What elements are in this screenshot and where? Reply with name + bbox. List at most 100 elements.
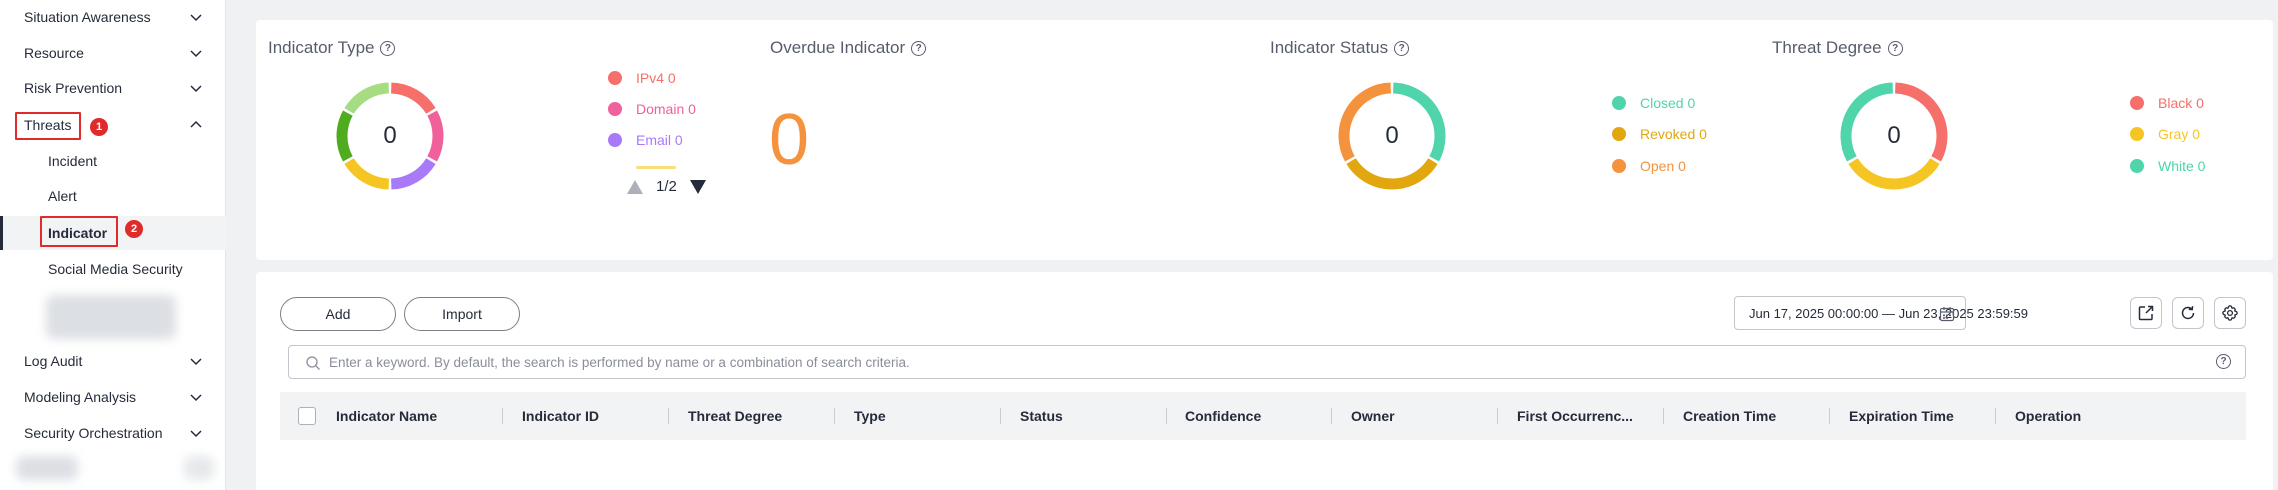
legend-item-ipv4[interactable]: IPv4 0 (608, 70, 676, 86)
add-button[interactable]: Add (280, 297, 396, 331)
overdue-indicator-title: Overdue Indicator ? (770, 38, 927, 58)
sidebar-item-situation-awareness[interactable]: Situation Awareness (0, 0, 226, 34)
sidebar-item-modeling-analysis[interactable]: Modeling Analysis (0, 380, 226, 414)
column-separator (1166, 408, 1167, 424)
chevron-down-icon (190, 14, 202, 22)
indicator-type-legend: IPv4 0 Domain 0 Email 0 (608, 70, 748, 190)
column-separator (1331, 408, 1332, 424)
legend-dot (2130, 96, 2144, 110)
refresh-icon (2181, 306, 2195, 320)
highlight-box-threats (15, 112, 81, 140)
sidebar-subitem-label: Social Media Security (48, 261, 183, 277)
sidebar-item-label: Security Orchestration (24, 425, 163, 441)
legend-item-email[interactable]: Email 0 (608, 132, 683, 148)
date-range-picker[interactable]: Jun 17, 2025 00:00:00 — Jun 23, 2025 23:… (1734, 296, 2028, 330)
help-icon[interactable]: ? (1394, 40, 1410, 56)
column-header-indicator-id[interactable]: Indicator ID (522, 392, 599, 440)
search-input[interactable] (329, 346, 2029, 378)
sidebar-subitem-social-media-security[interactable]: Social Media Security (0, 252, 226, 286)
legend-label: White 0 (2158, 158, 2206, 174)
refresh-button[interactable] (2172, 297, 2204, 329)
threat-degree-title: Threat Degree ? (1772, 38, 1903, 58)
column-header-creation-time[interactable]: Creation Time (1683, 392, 1776, 440)
sidebar-item-label: Modeling Analysis (24, 389, 137, 405)
column-separator (502, 408, 503, 424)
legend-item-revoked[interactable]: Revoked 0 (1612, 126, 1707, 142)
select-all-checkbox[interactable] (298, 407, 316, 425)
sidebar-item-log-audit[interactable]: Log Audit (0, 344, 226, 378)
indicator-type-total: 0 (383, 122, 397, 149)
legend-label: Open 0 (1640, 158, 1686, 174)
triangle-down-icon[interactable] (689, 179, 707, 195)
legend-overflow-fragment (636, 166, 676, 169)
column-separator (668, 408, 669, 424)
settings-button[interactable] (2214, 297, 2246, 329)
column-separator (1829, 408, 1830, 424)
legend-dot (608, 71, 622, 85)
legend-dot (2130, 127, 2144, 141)
legend-dot (608, 133, 622, 147)
chevron-down-icon (190, 85, 202, 93)
column-header-operation[interactable]: Operation (2015, 392, 2081, 440)
search-help-icon[interactable]: ? (2216, 354, 2231, 369)
sidebar-item-label: Resource (24, 45, 84, 61)
overdue-indicator-value: 0 (769, 100, 810, 180)
sidebar-subitem-label: Incident (48, 153, 98, 169)
help-icon[interactable]: ? (1887, 40, 1903, 56)
sidebar-item-label: Situation Awareness (24, 9, 151, 25)
column-header-first-occurrence[interactable]: First Occurrenc... (1517, 392, 1633, 440)
help-icon[interactable]: ? (911, 40, 927, 56)
chevron-up-icon (190, 120, 202, 128)
legend-item-gray[interactable]: Gray 0 (2130, 126, 2200, 142)
export-icon (2138, 305, 2154, 321)
column-header-confidence[interactable]: Confidence (1185, 392, 1261, 440)
date-range-text: Jun 17, 2025 00:00:00 — Jun 23, 2025 23:… (1749, 305, 2029, 321)
column-header-indicator-name[interactable]: Indicator Name (336, 392, 437, 440)
callout-badge-1: 1 (90, 118, 108, 136)
legend-label: Revoked 0 (1640, 126, 1707, 142)
column-header-status[interactable]: Status (1020, 392, 1063, 440)
overdue-indicator-title-text: Overdue Indicator (770, 38, 906, 57)
stats-card: Indicator Type ? 0 IPv4 0 Domain 0 Email… (256, 20, 2273, 260)
table-header: Indicator Name Indicator ID Threat Degre… (280, 392, 2246, 440)
legend-item-open[interactable]: Open 0 (1612, 158, 1686, 174)
search-icon (306, 356, 320, 370)
chevron-down-icon (190, 358, 202, 366)
threat-degree-title-text: Threat Degree (1772, 38, 1882, 57)
search-bar[interactable]: ? (288, 345, 2246, 379)
sidebar-item-resource[interactable]: Resource (0, 36, 226, 70)
indicator-type-title: Indicator Type ? (268, 38, 396, 58)
column-header-type[interactable]: Type (854, 392, 886, 440)
legend-item-white[interactable]: White 0 (2130, 158, 2205, 174)
sidebar-subitem-incident[interactable]: Incident (0, 144, 226, 178)
legend-dot (608, 102, 622, 116)
column-header-threat-degree[interactable]: Threat Degree (688, 392, 782, 440)
legend-item-closed[interactable]: Closed 0 (1612, 95, 1695, 111)
indicator-status-title-text: Indicator Status (1270, 38, 1389, 57)
legend-label: Black 0 (2158, 95, 2204, 111)
sidebar-item-label: Risk Prevention (24, 80, 123, 96)
triangle-up-icon[interactable] (626, 179, 644, 195)
sidebar-item-risk-prevention[interactable]: Risk Prevention (0, 71, 226, 105)
sidebar-item-label: Log Audit (24, 353, 83, 369)
sidebar-subitem-alert[interactable]: Alert (0, 179, 226, 213)
import-button[interactable]: Import (404, 297, 520, 331)
column-header-expiration-time[interactable]: Expiration Time (1849, 392, 1954, 440)
sidebar: Situation Awareness Resource Risk Preven… (0, 0, 226, 490)
legend-item-domain[interactable]: Domain 0 (608, 101, 696, 117)
column-separator (834, 408, 835, 424)
legend-dot (2130, 159, 2144, 173)
legend-dot (1612, 159, 1626, 173)
chevron-down-icon (190, 430, 202, 438)
pager-text: 1/2 (656, 178, 677, 195)
sidebar-item-security-orchestration[interactable]: Security Orchestration (0, 416, 226, 450)
indicator-type-title-text: Indicator Type (268, 38, 375, 57)
column-header-owner[interactable]: Owner (1351, 392, 1395, 440)
highlight-box-indicator (40, 216, 118, 247)
export-button[interactable] (2130, 297, 2162, 329)
legend-label: Email 0 (636, 132, 683, 148)
legend-item-black[interactable]: Black 0 (2130, 95, 2204, 111)
calendar-icon (1939, 307, 1955, 322)
help-icon[interactable]: ? (380, 40, 396, 56)
column-separator (1663, 408, 1664, 424)
